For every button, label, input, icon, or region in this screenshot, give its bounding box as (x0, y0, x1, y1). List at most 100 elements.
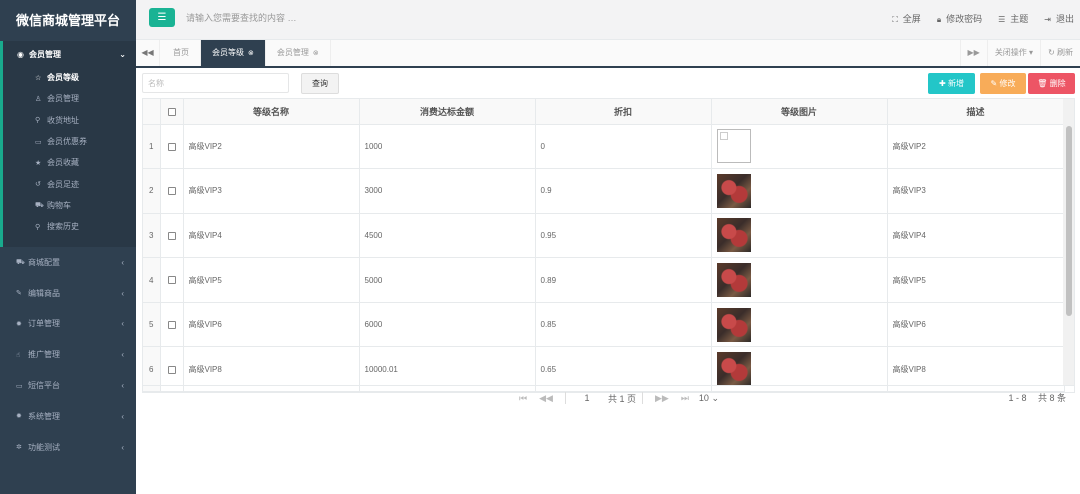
global-search-input[interactable] (186, 10, 446, 26)
sidebar-subitem[interactable]: ★ 会员收藏 (3, 152, 136, 173)
tabs-scroll-right-button[interactable]: ▶▶ (959, 40, 987, 66)
next-page-button[interactable]: ▶▶ (655, 393, 669, 404)
checkbox-box (167, 107, 176, 116)
column-header[interactable]: 折扣 (535, 99, 712, 125)
select-all-checkbox[interactable] (160, 99, 184, 125)
row-checkbox[interactable] (160, 213, 184, 259)
sidebar-item[interactable]: ⛟ 商城配置 ‹ (0, 247, 136, 278)
sidebar-subitem[interactable]: ▭ 会员优惠券 (3, 131, 136, 152)
close-operations-dropdown[interactable]: 关闭操作 ▾ (986, 40, 1040, 66)
sidebar-item[interactable]: ✲ 功能测试 ‹ (0, 432, 136, 463)
chevron-down-icon: ⌄ (119, 49, 126, 59)
chevron-left-icon: ‹ (121, 288, 124, 298)
row-checkbox[interactable] (160, 124, 184, 170)
level-image (716, 307, 751, 342)
row-checkbox[interactable] (160, 257, 184, 303)
sidebar-subitem[interactable]: ⚲ 搜索历史 (3, 216, 136, 237)
search-icon: ⚲ (35, 223, 41, 231)
column-header[interactable]: 等级图片 (711, 99, 888, 125)
top-action-0[interactable]: ⛶ 全屏 (892, 12, 921, 25)
sidebar-subitem[interactable]: ♙ 会员管理 (3, 88, 136, 109)
tab[interactable]: 会员等级 ⊗ (201, 40, 266, 66)
edit-icon: ✎ (16, 290, 22, 298)
tab[interactable]: 首页 (162, 40, 201, 66)
close-icon[interactable]: ⊗ (313, 50, 319, 57)
edit-button[interactable]: ✎ 修改 (980, 73, 1026, 94)
sidebar-subitem[interactable]: ⛟ 购物车 (3, 195, 136, 216)
refresh-icon: ↻ (1048, 48, 1055, 57)
delete-button[interactable]: 🗑︎ 删除 (1028, 73, 1075, 94)
tabs-scroll-left-button[interactable]: ◀◀ (136, 40, 160, 66)
row-checkbox[interactable] (160, 302, 184, 348)
cell-image (711, 302, 888, 348)
cell-discount: 0.9 (535, 168, 712, 214)
backward-icon: ◀◀ (141, 48, 154, 57)
table-row[interactable]: 2 高级VIP3 3000 0.9 高级VIP3 (143, 168, 1065, 214)
cell-image (711, 257, 888, 303)
table-row[interactable]: 5 高级VIP6 6000 0.85 高级VIP6 (143, 302, 1065, 348)
first-page-button[interactable]: ⏮ (519, 393, 527, 404)
column-header[interactable]: 消费达标金额 (359, 99, 536, 125)
table-row[interactable]: 1 高级VIP2 1000 0 高级VIP2 (143, 124, 1065, 170)
level-image (716, 218, 751, 253)
map-marker-icon: ⚲ (35, 117, 41, 125)
sidebar-item-label: 系统管理 (28, 411, 60, 421)
refresh-label: 刷新 (1057, 48, 1073, 57)
cog-icon: ✹ (16, 413, 22, 421)
top-action-2[interactable]: ☰ 主题 (998, 12, 1028, 25)
scrollbar-thumb[interactable] (1066, 126, 1072, 316)
checkbox-box (167, 142, 176, 151)
add-button[interactable]: ✚ 新增 (928, 73, 975, 94)
refresh-button[interactable]: ↻ 刷新 (1040, 40, 1080, 66)
top-action-label: 主题 (1010, 14, 1029, 24)
tab-label: 会员等级 (212, 48, 244, 57)
page-size-value: 10 (698, 392, 709, 403)
last-page-button[interactable]: ⏭ (681, 393, 689, 404)
add-label: 新增 (947, 79, 964, 88)
sidebar-subitem[interactable]: ↺ 会员足迹 (3, 173, 136, 194)
sidebar-subitem[interactable]: ☆ 会员等级 (3, 67, 136, 88)
sidebar-item[interactable]: ☝ 推广管理 ‹ (0, 339, 136, 370)
top-action-3[interactable]: ⇥ 退出 (1044, 12, 1074, 25)
top-action-label: 修改密码 (946, 14, 983, 24)
tab-label: 会员管理 (276, 48, 309, 57)
top-action-1[interactable]: 🔒︎ 修改密码 (937, 12, 982, 25)
divider (564, 392, 566, 404)
row-number-header (143, 99, 161, 125)
ticket-icon: ▭ (35, 138, 42, 146)
prev-page-button[interactable]: ◀◀ (539, 393, 553, 404)
row-checkbox[interactable] (160, 168, 184, 214)
name-filter-input[interactable] (142, 73, 289, 93)
close-icon[interactable]: ⊗ (248, 50, 254, 57)
cell-level-name: 高级VIP5 (183, 257, 360, 303)
tab[interactable]: 会员管理 ⊗ (266, 40, 331, 66)
cell-description: 高级VIP2 (887, 124, 1065, 170)
vertical-scrollbar[interactable] (1063, 99, 1074, 385)
sidebar-subitem[interactable]: ⚲ 收货地址 (3, 110, 136, 131)
cell-amount: 3000 (359, 168, 536, 214)
trash-icon: 🗑︎ (1037, 79, 1048, 88)
sidebar-item[interactable]: ▭ 短信平台 ‹ (0, 370, 136, 401)
chevron-left-icon: ‹ (121, 257, 124, 267)
table-row[interactable]: 3 高级VIP4 4500 0.95 高级VIP4 (143, 213, 1065, 259)
gear-icon: ✹ (16, 320, 22, 328)
sidebar-subitem-label: 会员等级 (47, 73, 79, 83)
top-action-label: 全屏 (902, 14, 921, 24)
cell-amount: 6000 (359, 302, 536, 348)
page-size-select[interactable]: 10 ⌄ (699, 393, 719, 404)
sidebar-item-label: 订单管理 (28, 319, 60, 329)
table-row[interactable]: 4 高级VIP5 5000 0.89 高级VIP5 (143, 257, 1065, 303)
sidebar-item-label: 推广管理 (28, 350, 60, 360)
sidebar-item[interactable]: ✹ 系统管理 ‹ (0, 401, 136, 432)
column-header[interactable]: 描述 (887, 99, 1065, 125)
chevron-left-icon: ‹ (121, 319, 124, 329)
sidebar-item-member-management[interactable]: ◉ 会员管理 ⌄ (3, 41, 136, 67)
sidebar-item[interactable]: ✎ 编辑商品 ‹ (0, 278, 136, 309)
page-number-input[interactable]: 1 (572, 393, 602, 403)
query-button[interactable]: 查询 (301, 73, 339, 94)
chevron-left-icon: ‹ (121, 381, 124, 391)
column-header[interactable]: 等级名称 (183, 99, 360, 125)
sidebar-item[interactable]: ✹ 订单管理 ‹ (0, 309, 136, 340)
menu-toggle-button[interactable]: ☰ (149, 8, 175, 27)
bars-icon: ☰ (157, 12, 167, 23)
